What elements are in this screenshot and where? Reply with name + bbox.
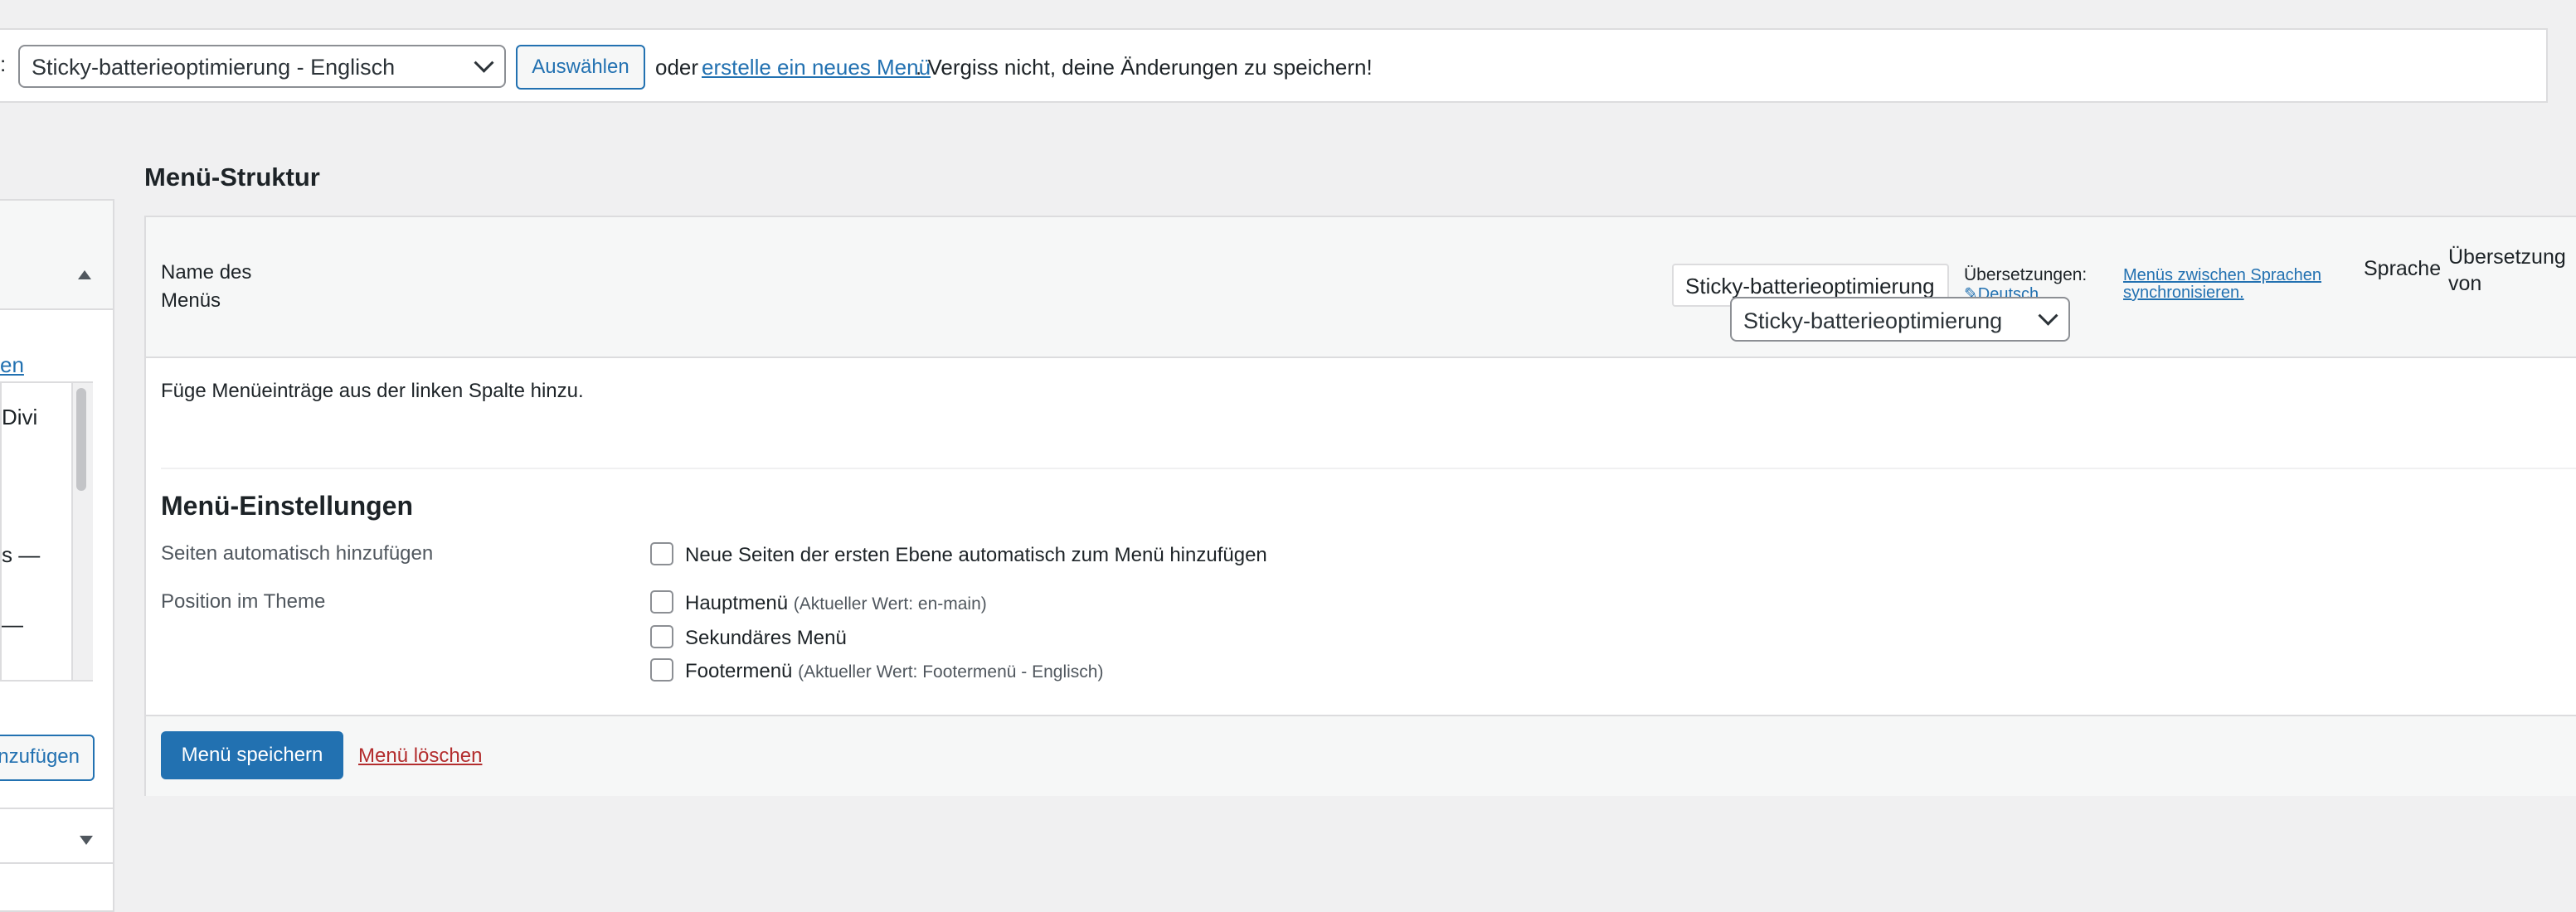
menu-select-value: Sticky-batterieoptimierung - Englisch	[32, 55, 396, 80]
location-checkbox[interactable]	[650, 625, 673, 648]
scrollbar-thumb[interactable]	[76, 388, 86, 491]
theme-position-label: Position im Theme	[161, 590, 326, 613]
list-item[interactable]: s —	[2, 542, 40, 568]
translation-dropdown[interactable]: Sticky-batterieoptimierung	[1730, 297, 2070, 342]
delete-menu-link[interactable]: Menü löschen	[358, 745, 482, 768]
auto-add-option-label: Neue Seiten der ersten Ebene automatisch…	[685, 544, 1267, 566]
location-name: Hauptmenü	[685, 592, 789, 614]
chevron-down-icon	[474, 52, 494, 73]
translations-label: Übersetzungen:	[1964, 265, 2088, 284]
empty-menu-hint: Füge Menüeinträge aus der linken Spalte …	[161, 380, 584, 402]
location-name: Footermenü	[685, 660, 793, 682]
translation-of-label: Übersetzung von	[2448, 245, 2566, 295]
list-item-label: —	[2, 612, 23, 637]
collapse-arrow-icon[interactable]	[78, 270, 91, 279]
select-label-fragment: :	[0, 51, 7, 76]
menu-structure-title: Menü-Struktur	[144, 163, 320, 192]
create-new-menu-link[interactable]: erstelle ein neues Menü	[702, 55, 931, 80]
menu-edit-box: Name des Menüs Sticky-batterieoptimierun…	[144, 216, 2576, 796]
translation-dropdown-value: Sticky-batterieoptimierung	[1743, 308, 2003, 333]
location-checkbox[interactable]	[650, 590, 673, 614]
divider	[0, 808, 113, 809]
location-note: (Aktueller Wert: Footermenü - Englisch)	[798, 662, 1104, 682]
language-label: Sprache	[2364, 257, 2442, 280]
menu-header: Name des Menüs Sticky-batterieoptimierun…	[146, 217, 2576, 358]
list-item[interactable]: —	[2, 612, 23, 638]
location-label: Footermenü (Aktueller Wert: Footermenü -…	[685, 660, 1103, 683]
add-menu-items-panel: en Divi s — — nzufügen	[0, 199, 114, 912]
sync-menus-link[interactable]: Menüs zwischen Sprachen synchronisieren.	[2123, 267, 2364, 302]
location-name: Sekundäres Menü	[685, 627, 847, 649]
location-note: (Aktueller Wert: en-main)	[793, 594, 987, 614]
scrollbar-track[interactable]	[71, 383, 93, 680]
menu-footer: Menü speichern Menü löschen	[146, 715, 2576, 796]
auto-add-checkbox[interactable]	[650, 542, 673, 565]
menu-select[interactable]: Sticky-batterieoptimierung - Englisch	[18, 45, 506, 88]
view-all-link[interactable]: en	[0, 352, 24, 378]
expand-arrow-icon[interactable]	[80, 836, 93, 845]
menu-name-label: Name des Menüs	[161, 261, 252, 312]
list-item[interactable]: Divi	[2, 405, 37, 430]
menu-item-list: Divi s — —	[0, 381, 93, 682]
menu-settings-title: Menü-Einstellungen	[161, 491, 413, 521]
list-item-label: s —	[2, 542, 41, 567]
menu-select-bar: : Sticky-batterieoptimierung - Englisch …	[0, 28, 2548, 103]
add-to-menu-button[interactable]: nzufügen	[0, 735, 95, 781]
divider	[161, 468, 2576, 469]
save-menu-button[interactable]: Menü speichern	[161, 731, 343, 779]
auto-add-label: Seiten automatisch hinzufügen	[161, 542, 434, 565]
or-text: oder	[655, 55, 699, 80]
select-menu-button[interactable]: Auswählen	[516, 45, 645, 90]
menu-name-value: Sticky-batterieoptimierung	[1685, 274, 1935, 298]
divider	[0, 862, 113, 864]
location-checkbox[interactable]	[650, 658, 673, 682]
location-label: Hauptmenü (Aktueller Wert: en-main)	[685, 592, 987, 615]
accordion-header[interactable]	[0, 201, 113, 310]
save-reminder-text: . Vergiss nicht, deine Änderungen zu spe…	[916, 55, 1373, 80]
location-label: Sekundäres Menü	[685, 627, 847, 650]
list-item-label: Divi	[2, 405, 38, 429]
chevron-down-icon	[2038, 305, 2058, 326]
